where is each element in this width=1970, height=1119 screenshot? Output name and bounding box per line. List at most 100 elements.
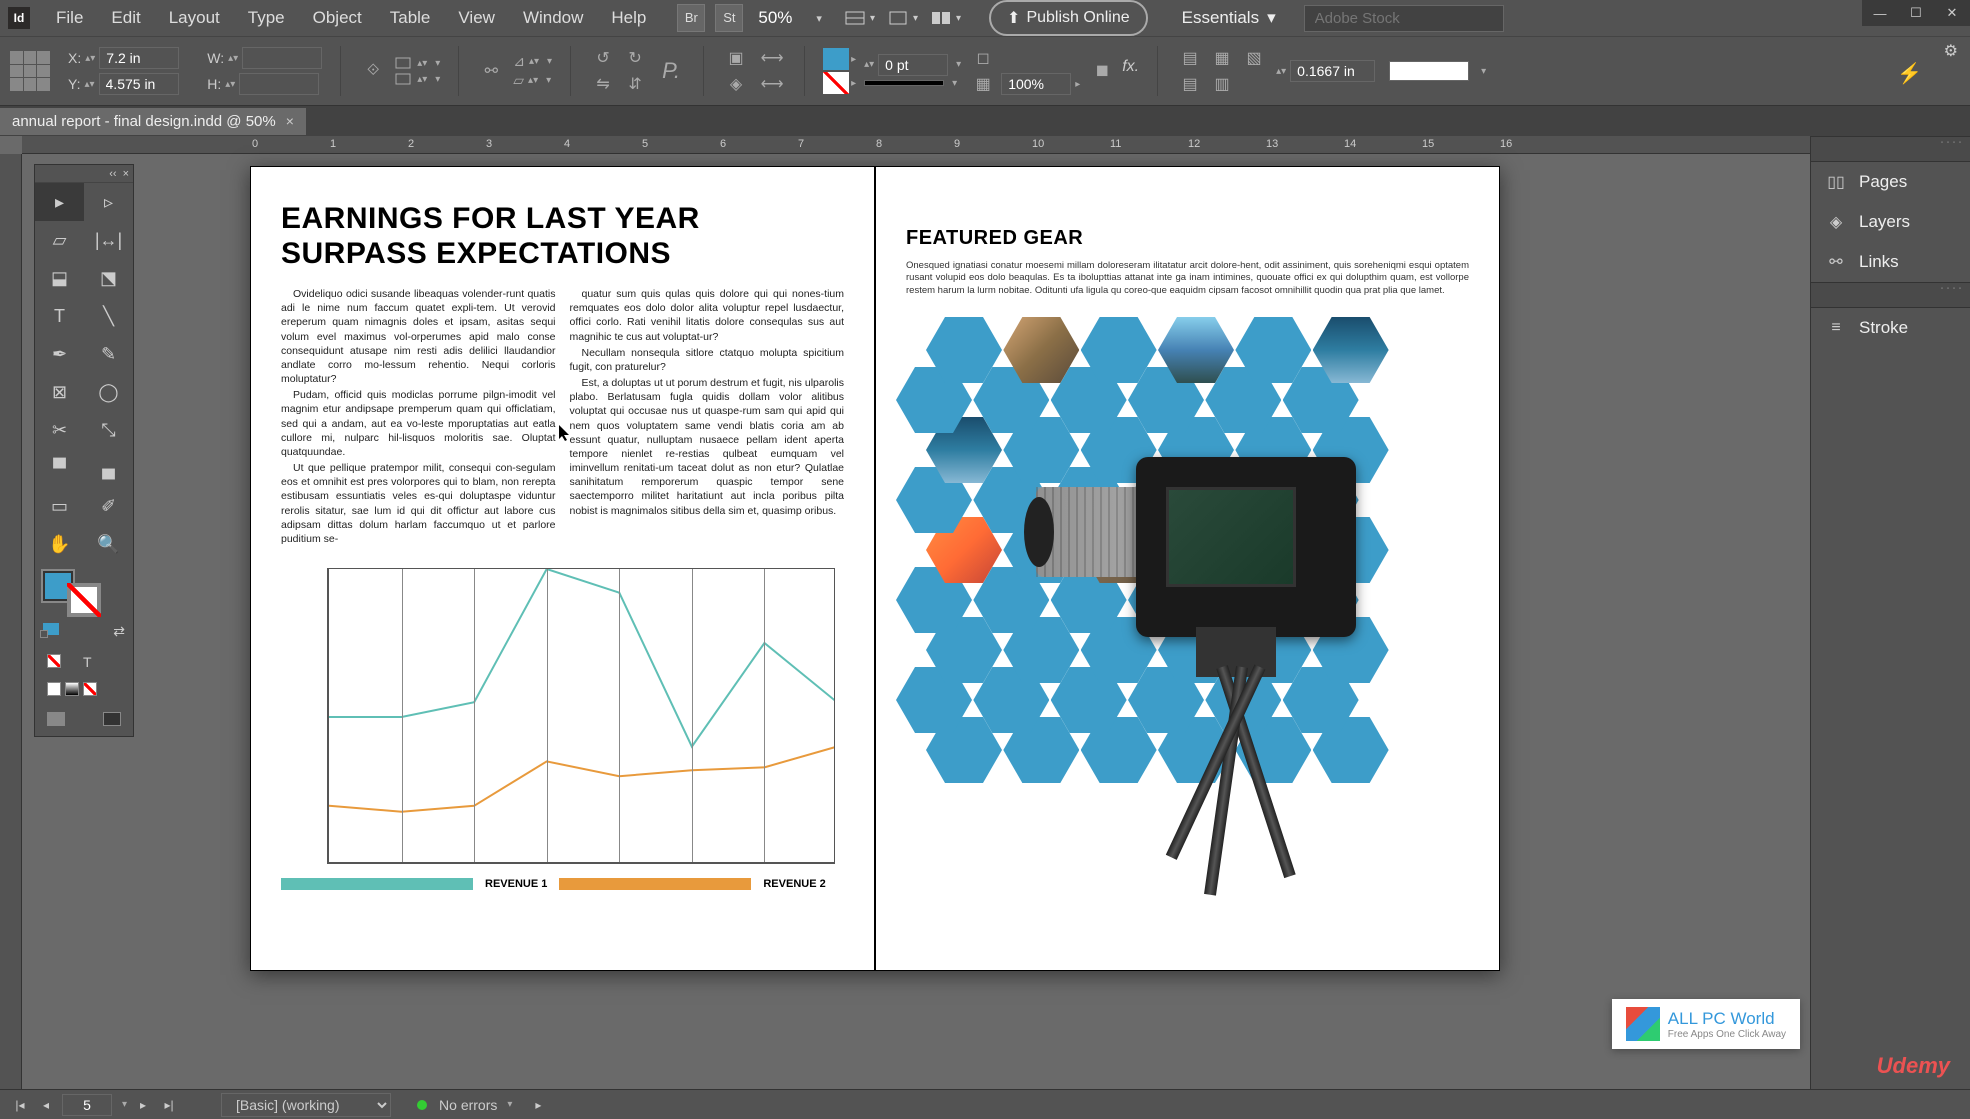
align-left-icon[interactable]: ▤ — [1176, 72, 1204, 96]
gradient-swatch-tool[interactable]: ▀ — [35, 449, 84, 487]
vertical-ruler[interactable] — [0, 154, 22, 1089]
normal-view-icon[interactable] — [47, 712, 65, 726]
adobe-stock-search[interactable] — [1304, 5, 1504, 32]
drop-shadow-icon[interactable]: ◼ — [1088, 58, 1116, 82]
wrap-none-icon[interactable]: ▤ — [1176, 46, 1204, 70]
inset-input[interactable] — [1290, 60, 1375, 82]
free-transform-tool[interactable]: ⤡ — [84, 411, 133, 449]
view-options-dropdown[interactable]: ▾ — [844, 9, 875, 27]
fill-swatch[interactable] — [823, 48, 849, 70]
select-container-icon[interactable]: ▣ — [722, 46, 750, 70]
page-dropdown-icon[interactable]: ▾ — [122, 1099, 127, 1110]
y-input[interactable] — [99, 73, 179, 95]
type-tool[interactable]: T — [35, 297, 84, 335]
page-number-input[interactable] — [62, 1094, 112, 1116]
stroke-panel-button[interactable]: ≡ Stroke — [1811, 308, 1970, 348]
pen-tool[interactable]: ✒ — [35, 335, 84, 373]
pencil-tool[interactable]: ✎ — [84, 335, 133, 373]
menu-view[interactable]: View — [446, 4, 507, 32]
menu-table[interactable]: Table — [378, 4, 443, 32]
menu-help[interactable]: Help — [599, 4, 658, 32]
flip-h-icon[interactable]: ⇋ — [589, 72, 617, 96]
wrap-shape-icon[interactable]: ▧ — [1240, 46, 1268, 70]
horizontal-ruler[interactable]: 012345678910111213141516 — [22, 136, 1810, 154]
gap-tool[interactable]: |↔| — [84, 221, 133, 259]
page-left[interactable]: EARNINGS FOR LAST YEAR SURPASS EXPECTATI… — [250, 166, 875, 971]
wrap-bbox-icon[interactable]: ▦ — [1208, 46, 1236, 70]
close-tab-icon[interactable]: × — [286, 113, 294, 129]
links-panel-button[interactable]: ⚯ Links — [1811, 242, 1970, 282]
preview-view-icon[interactable] — [103, 712, 121, 726]
p-icon[interactable]: P. — [657, 59, 685, 83]
line-tool[interactable]: ╲ — [84, 297, 133, 335]
ellipse-tool[interactable]: ◯ — [84, 373, 133, 411]
publish-online-button[interactable]: ⬆ Publish Online — [989, 0, 1148, 36]
menu-layout[interactable]: Layout — [157, 4, 232, 32]
scissors-tool[interactable]: ✂ — [35, 411, 84, 449]
hand-tool[interactable]: ✋ — [35, 525, 84, 563]
apply-none2-icon[interactable] — [83, 682, 97, 696]
preflight-dropdown-icon[interactable]: ▾ — [507, 1099, 512, 1110]
constrain-wh-icon[interactable]: ⟷ — [758, 46, 786, 70]
apply-color-icon[interactable] — [47, 682, 61, 696]
link-icon[interactable]: ⚯ — [477, 59, 505, 83]
eyedropper-tool[interactable]: ✐ — [84, 487, 133, 525]
close-panel-icon[interactable]: × — [123, 168, 129, 180]
direct-selection-tool[interactable]: ▹ — [84, 183, 133, 221]
constrain-wh2-icon[interactable]: ⟷ — [758, 72, 786, 96]
rectangle-frame-tool[interactable]: ⊠ — [35, 373, 84, 411]
x-input[interactable] — [99, 47, 179, 69]
menu-type[interactable]: Type — [236, 4, 297, 32]
apply-gradient-icon[interactable] — [65, 682, 79, 696]
fill-stroke-swatches[interactable] — [41, 569, 127, 613]
swap-colors-icon[interactable]: ⇄ — [113, 623, 125, 640]
zoom-level[interactable]: 50% — [758, 8, 792, 28]
first-page-button[interactable]: |◂ — [10, 1095, 30, 1115]
color-preview[interactable] — [1389, 61, 1469, 81]
canvas[interactable]: 012345678910111213141516 ‹‹ × ▸ ▹ ▱ |↔| … — [0, 136, 1810, 1089]
rotate-ccw-icon[interactable]: ↺ — [589, 46, 617, 70]
opacity-input[interactable] — [1001, 73, 1071, 95]
formatting-text-icon[interactable]: T — [83, 654, 92, 670]
menu-edit[interactable]: Edit — [99, 4, 152, 32]
stroke-swatch[interactable] — [823, 72, 849, 94]
pages-panel-button[interactable]: ▯▯ Pages — [1811, 162, 1970, 202]
close-button[interactable]: ✕ — [1934, 0, 1970, 26]
content-collector-tool[interactable]: ⬓ — [35, 259, 84, 297]
menu-file[interactable]: File — [44, 4, 95, 32]
prev-page-button[interactable]: ◂ — [36, 1095, 56, 1115]
workspace-switcher[interactable]: Essentials ▾ — [1182, 8, 1276, 28]
flip-v-icon[interactable]: ⇵ — [621, 72, 649, 96]
constrain-icon[interactable]: ⟐ — [359, 59, 387, 83]
rotate-cw-icon[interactable]: ↻ — [621, 46, 649, 70]
menu-object[interactable]: Object — [301, 4, 374, 32]
maximize-button[interactable]: ☐ — [1898, 0, 1934, 26]
menu-window[interactable]: Window — [511, 4, 595, 32]
page-right[interactable]: FEATURED GEAR Onesqued ignatiasi conatur… — [875, 166, 1500, 971]
stroke-weight-input[interactable] — [878, 54, 948, 76]
w-input[interactable] — [242, 47, 322, 69]
gradient-feather-tool[interactable]: ▄ — [84, 449, 133, 487]
minimize-button[interactable]: — — [1862, 0, 1898, 26]
preflight-profile-dropdown[interactable]: [Basic] (working) — [221, 1093, 391, 1117]
arrange-dropdown[interactable]: ▾ — [930, 9, 961, 27]
reference-point-grid[interactable] — [10, 51, 50, 91]
corner-option-icon[interactable]: ◻ — [969, 46, 997, 70]
gear-icon[interactable]: ⚙ — [1944, 41, 1958, 61]
content-placer-tool[interactable]: ⬔ — [84, 259, 133, 297]
fx-button[interactable]: fx. — [1122, 58, 1139, 82]
h-input[interactable] — [239, 73, 319, 95]
zoom-tool[interactable]: 🔍 — [84, 525, 133, 563]
screen-mode-dropdown[interactable]: ▾ — [887, 9, 918, 27]
stroke-style-dropdown[interactable] — [864, 80, 944, 86]
stock-button[interactable]: St — [715, 4, 743, 32]
document-tab[interactable]: annual report - final design.indd @ 50% … — [0, 108, 306, 135]
preflight-menu-button[interactable]: ▸ — [528, 1095, 548, 1115]
selection-tool[interactable]: ▸ — [35, 183, 84, 221]
align-right-icon[interactable]: ▥ — [1208, 72, 1236, 96]
layers-panel-button[interactable]: ◈ Layers — [1811, 202, 1970, 242]
note-tool[interactable]: ▭ — [35, 487, 84, 525]
zoom-dropdown-icon[interactable]: ▾ — [816, 12, 822, 25]
last-page-button[interactable]: ▸| — [159, 1095, 179, 1115]
formatting-container-icon[interactable] — [43, 623, 59, 635]
